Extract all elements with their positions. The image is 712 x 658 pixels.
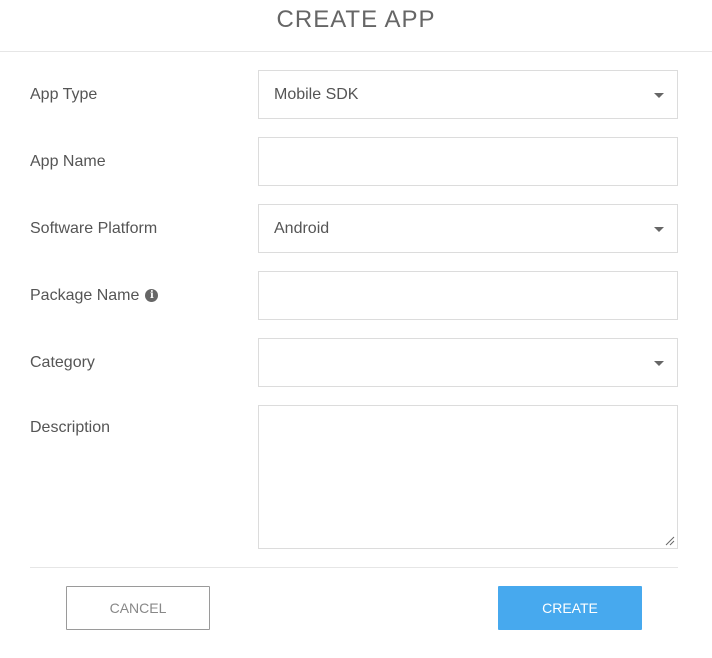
dialog-title: CREATE APP	[276, 5, 436, 33]
caret-down-icon	[654, 93, 664, 98]
package-name-input[interactable]	[258, 271, 678, 320]
app-name-input[interactable]	[258, 137, 678, 186]
app-type-row: App Type Mobile SDK	[30, 70, 678, 119]
category-row: Category	[30, 338, 678, 387]
software-platform-row: Software Platform Android	[30, 204, 678, 253]
description-label: Description	[30, 419, 111, 436]
caret-down-icon	[654, 227, 664, 232]
create-button[interactable]: CREATE	[498, 586, 642, 630]
description-row: Description	[30, 405, 678, 549]
resize-grip-icon[interactable]	[665, 536, 675, 546]
software-platform-select[interactable]: Android	[258, 204, 678, 253]
package-name-row: Package Name i	[30, 271, 678, 320]
software-platform-label: Software Platform	[30, 219, 158, 237]
info-icon[interactable]: i	[145, 289, 159, 302]
description-textarea[interactable]	[258, 405, 678, 549]
footer-divider	[30, 567, 678, 568]
app-name-row: App Name	[30, 137, 678, 186]
software-platform-value: Android	[274, 219, 330, 237]
package-name-label: Package Name	[30, 286, 140, 304]
app-type-select[interactable]: Mobile SDK	[258, 70, 678, 119]
app-name-label: App Name	[30, 152, 106, 170]
create-app-dialog: CREATE APP App Type Mobile SDK App Name …	[0, 0, 712, 658]
cancel-button[interactable]: CANCEL	[66, 586, 210, 630]
category-select[interactable]	[258, 338, 678, 387]
app-type-value: Mobile SDK	[274, 85, 359, 103]
category-label: Category	[30, 353, 95, 371]
caret-down-icon	[654, 361, 664, 366]
package-name-label-wrap: Package Name i	[30, 271, 159, 320]
app-type-label: App Type	[30, 85, 98, 103]
dialog-header: CREATE APP	[0, 0, 712, 52]
